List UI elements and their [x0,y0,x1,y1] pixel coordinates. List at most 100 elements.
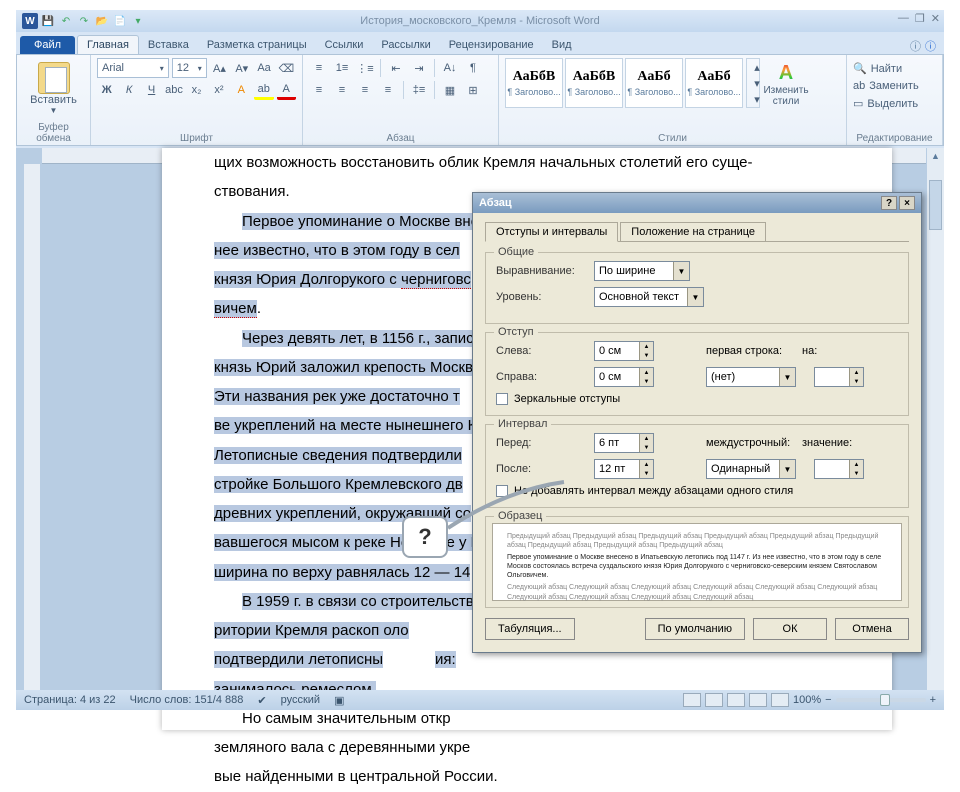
linespacing-value-spinner[interactable]: ▲▼ [814,459,864,479]
help-icon[interactable]: ⓘ [925,38,936,54]
tab-home[interactable]: Главная [77,35,139,54]
align-justify-icon[interactable]: ≡ [378,80,398,100]
text-effects-icon[interactable]: A [232,80,251,100]
left-indent-spinner[interactable]: 0 см▲▼ [594,341,654,361]
bold-icon[interactable]: Ж [97,80,116,100]
replace-button[interactable]: abЗаменить [853,80,936,92]
dialog-help-button[interactable]: ? [881,196,897,210]
noadd-checkbox[interactable]: Не добавлять интервал между абзацами одн… [496,485,898,497]
qat-undo-icon[interactable]: ↶ [58,13,74,29]
dialog-close-button[interactable]: × [899,196,915,210]
zoom-in-icon[interactable]: + [930,694,936,706]
before-spacing-spinner[interactable]: 6 пт▲▼ [594,433,654,453]
qat-open-icon[interactable]: 📂 [94,13,110,29]
minimize-button[interactable]: ― [898,12,909,25]
select-icon: ▭ [853,97,863,110]
view-draft-icon[interactable] [771,693,789,707]
qat-save-icon[interactable]: 💾 [40,13,56,29]
alignment-combo[interactable]: По ширине▼ [594,261,690,281]
style-item[interactable]: АаБбВ¶ Заголово... [565,58,623,108]
status-proofing-icon[interactable]: ✔ [257,694,266,707]
view-print-icon[interactable] [683,693,701,707]
qat-redo-icon[interactable]: ↷ [76,13,92,29]
dialog-tab-position[interactable]: Положение на странице [620,222,766,242]
level-combo[interactable]: Основной текст▼ [594,287,704,307]
firstline-value-spinner[interactable]: ▲▼ [814,367,864,387]
show-marks-icon[interactable]: ¶ [463,58,483,78]
window-title: История_московского_Кремля - Microsoft W… [16,15,944,27]
indent-dec-icon[interactable]: ⇤ [386,58,406,78]
underline-icon[interactable]: Ч [142,80,161,100]
styles-gallery[interactable]: АаБбВ¶ Заголово... АаБбВ¶ Заголово... Аа… [505,58,743,108]
font-color-icon[interactable]: A [277,80,296,100]
align-right-icon[interactable]: ≡ [355,80,375,100]
font-name-combo[interactable]: Arial▾ [97,58,169,78]
mirror-indents-checkbox[interactable]: Зеркальные отступы [496,393,898,405]
superscript-icon[interactable]: x² [209,80,228,100]
tab-file[interactable]: Файл [20,36,75,54]
bullets-icon[interactable]: ≡ [309,58,329,78]
default-button[interactable]: По умолчанию [645,618,745,640]
zoom-slider[interactable] [836,698,926,702]
tab-layout[interactable]: Разметка страницы [198,36,316,54]
status-page[interactable]: Страница: 4 из 22 [24,694,116,706]
tabs-button[interactable]: Табуляция... [485,618,575,640]
tab-mailings[interactable]: Рассылки [372,36,439,54]
sort-icon[interactable]: A↓ [440,58,460,78]
view-outline-icon[interactable] [749,693,767,707]
align-center-icon[interactable]: ≡ [332,80,352,100]
status-wordcount[interactable]: Число слов: 151/4 888 [130,694,244,706]
ribbon-minimize-icon[interactable]: ⓘ [910,38,921,54]
vertical-ruler[interactable] [24,164,40,690]
close-button[interactable]: ✕ [931,12,940,25]
dialog-tab-indents[interactable]: Отступы и интервалы [485,222,618,242]
change-styles-button[interactable]: AИзменить стили [763,58,809,108]
zoom-level[interactable]: 100% [793,694,821,706]
italic-icon[interactable]: К [119,80,138,100]
scroll-thumb[interactable] [929,180,942,230]
style-item[interactable]: АаБб¶ Заголово... [625,58,683,108]
style-item[interactable]: АаБб¶ Заголово... [685,58,743,108]
numbering-icon[interactable]: 1≡ [332,58,352,78]
linespacing-combo[interactable]: Одинарный▼ [706,459,796,479]
font-size-combo[interactable]: 12▾ [172,58,207,78]
strike-icon[interactable]: abc [164,80,183,100]
ok-button[interactable]: ОК [753,618,827,640]
vertical-scrollbar[interactable]: ▲ [926,148,944,690]
find-button[interactable]: 🔍Найти [853,62,936,75]
tab-view[interactable]: Вид [543,36,581,54]
indent-inc-icon[interactable]: ⇥ [409,58,429,78]
after-spacing-spinner[interactable]: 12 пт▲▼ [594,459,654,479]
view-web-icon[interactable] [727,693,745,707]
highlight-icon[interactable]: ab [254,80,273,100]
qat-new-icon[interactable]: 📄 [112,13,128,29]
multilevel-icon[interactable]: ⋮≡ [355,58,375,78]
subscript-icon[interactable]: x₂ [187,80,206,100]
style-item[interactable]: АаБбВ¶ Заголово... [505,58,563,108]
change-case-icon[interactable]: Aa [254,58,273,78]
shrink-font-icon[interactable]: A▾ [232,58,251,78]
scroll-up-icon[interactable]: ▲ [927,148,944,164]
line-spacing-icon[interactable]: ‡≡ [409,80,429,100]
tab-references[interactable]: Ссылки [316,36,373,54]
right-indent-spinner[interactable]: 0 см▲▼ [594,367,654,387]
tab-review[interactable]: Рецензирование [440,36,543,54]
grow-font-icon[interactable]: A▴ [210,58,229,78]
status-macro-icon[interactable]: ▣ [334,694,344,707]
status-language[interactable]: русский [281,694,320,706]
shading-icon[interactable]: ▦ [440,80,460,100]
cancel-button[interactable]: Отмена [835,618,909,640]
qat-more-icon[interactable]: ▾ [130,13,146,29]
callout-question: ? [402,516,448,558]
dialog-titlebar[interactable]: Абзац ?× [473,193,921,213]
borders-icon[interactable]: ⊞ [463,80,483,100]
tab-insert[interactable]: Вставка [139,36,198,54]
align-left-icon[interactable]: ≡ [309,80,329,100]
zoom-out-icon[interactable]: − [825,694,831,706]
firstline-combo[interactable]: (нет)▼ [706,367,796,387]
clear-format-icon[interactable]: ⌫ [277,58,296,78]
view-read-icon[interactable] [705,693,723,707]
select-button[interactable]: ▭Выделить [853,97,936,110]
paste-button[interactable]: Вставить ▼ [23,58,84,119]
restore-button[interactable]: ❐ [915,12,925,25]
